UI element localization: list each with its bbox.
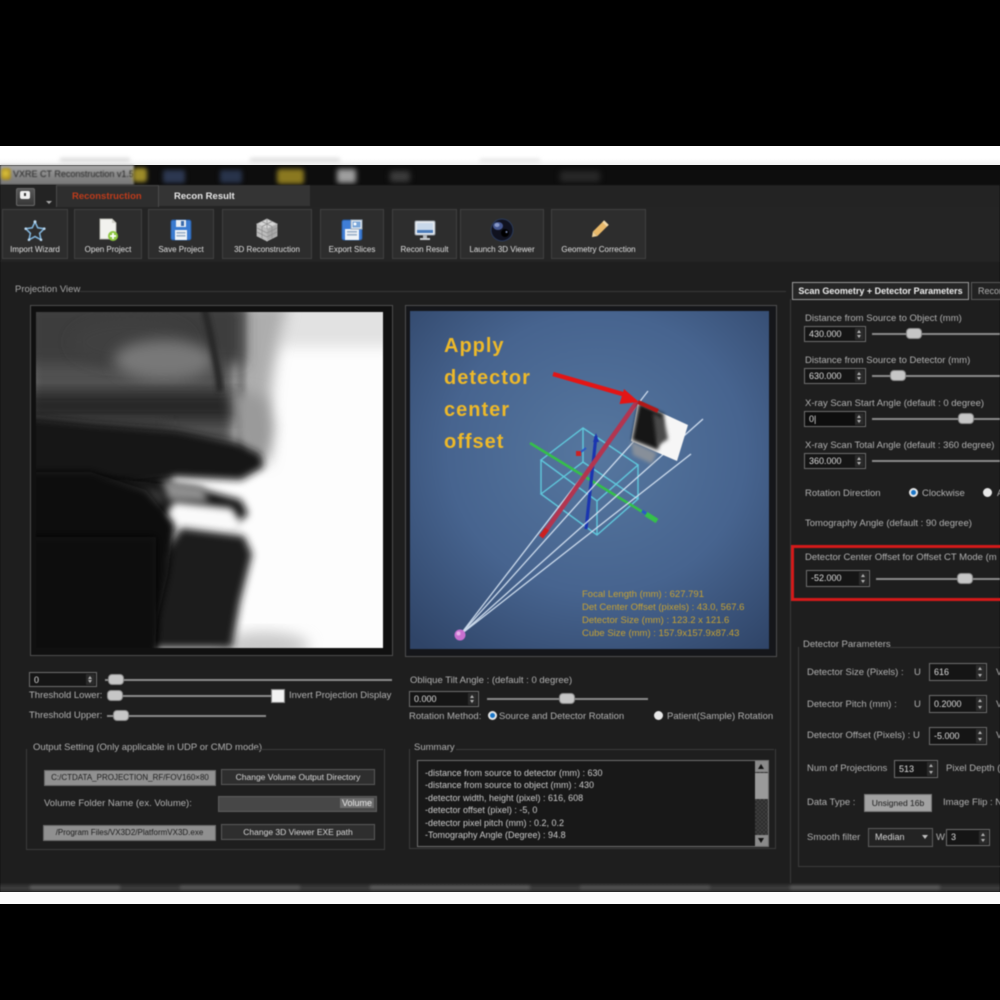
svg-text:center: center	[444, 399, 510, 421]
svg-text:Focal Length (mm) : 627.791: Focal Length (mm) : 627.791	[582, 589, 704, 600]
svg-text:detector: detector	[444, 367, 531, 389]
svg-text:offset: offset	[444, 431, 504, 453]
svg-text:Cube Size (mm) : 157.9x157.9x8: Cube Size (mm) : 157.9x157.9x87.43	[582, 628, 739, 639]
svg-text:Detector Size (mm) : 123.2 x 1: Detector Size (mm) : 123.2 x 121.6	[582, 615, 729, 626]
svg-text:Apply: Apply	[444, 335, 505, 357]
svg-text:Det Center Offset (pixels) : 4: Det Center Offset (pixels) : 43.0, 567.6	[582, 602, 744, 613]
